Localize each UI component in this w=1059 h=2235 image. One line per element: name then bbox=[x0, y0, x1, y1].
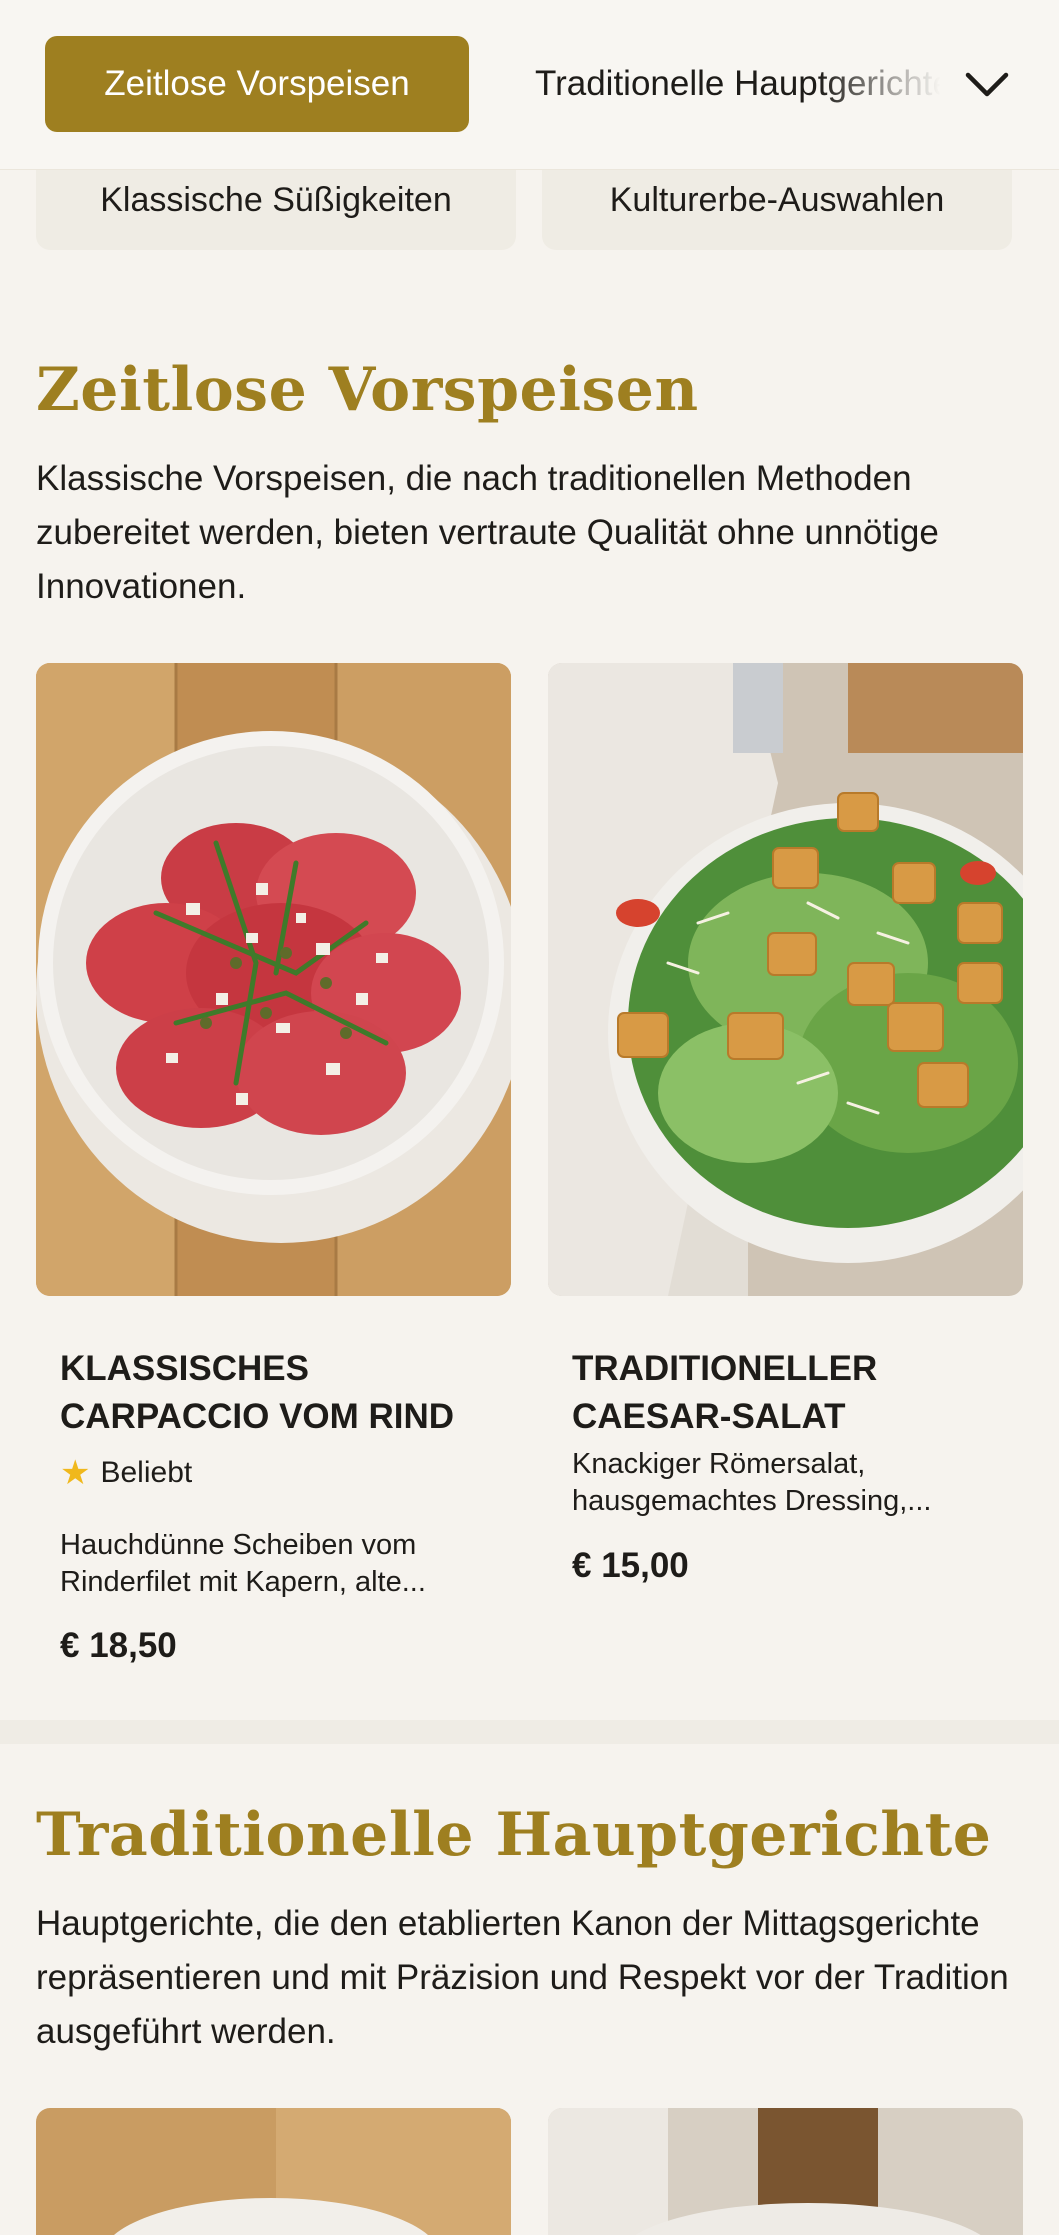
star-icon: ★ bbox=[60, 1454, 91, 1492]
category-tab-next[interactable]: Traditionelle Hauptgerichte bbox=[535, 36, 940, 132]
badge-label: Beliebt bbox=[100, 1456, 193, 1489]
chevron-down-icon[interactable] bbox=[962, 60, 1012, 110]
section-description: Hauptgerichte, die den etablierten Kanon… bbox=[36, 1904, 1009, 2051]
dish-image-main-1[interactable] bbox=[36, 2108, 511, 2235]
section-description: Klassische Vorspeisen, die nach traditio… bbox=[36, 459, 939, 606]
dish-image-main-2[interactable] bbox=[548, 2108, 1023, 2235]
dish-image-caesar-salad[interactable] bbox=[548, 663, 1023, 1296]
dish-name[interactable]: Traditioneller Caesar-Salat bbox=[572, 1345, 1002, 1441]
dish-price: € 15,00 bbox=[572, 1546, 689, 1585]
popular-badge: ★ Beliebt bbox=[60, 1456, 192, 1490]
section-title: Traditionelle Hauptgerichte bbox=[36, 1800, 992, 1870]
category-nav: Zeitlose Vorspeisen Traditionelle Hauptg… bbox=[0, 0, 1059, 170]
dish-image-carpaccio[interactable] bbox=[36, 663, 511, 1296]
dish-price: € 18,50 bbox=[60, 1626, 177, 1665]
section-divider bbox=[0, 1720, 1059, 1744]
dish-name[interactable]: Klassisches Carpaccio vom Rind bbox=[60, 1345, 490, 1441]
dish-description: Knackiger Römersalat, hausgemachtes Dres… bbox=[572, 1448, 932, 1517]
section-title: Zeitlose Vorspeisen bbox=[36, 355, 699, 425]
category-tab-active[interactable]: Zeitlose Vorspeisen bbox=[45, 36, 469, 132]
dish-description: Hauchdünne Scheiben vom Rinderfilet mit … bbox=[60, 1529, 426, 1598]
